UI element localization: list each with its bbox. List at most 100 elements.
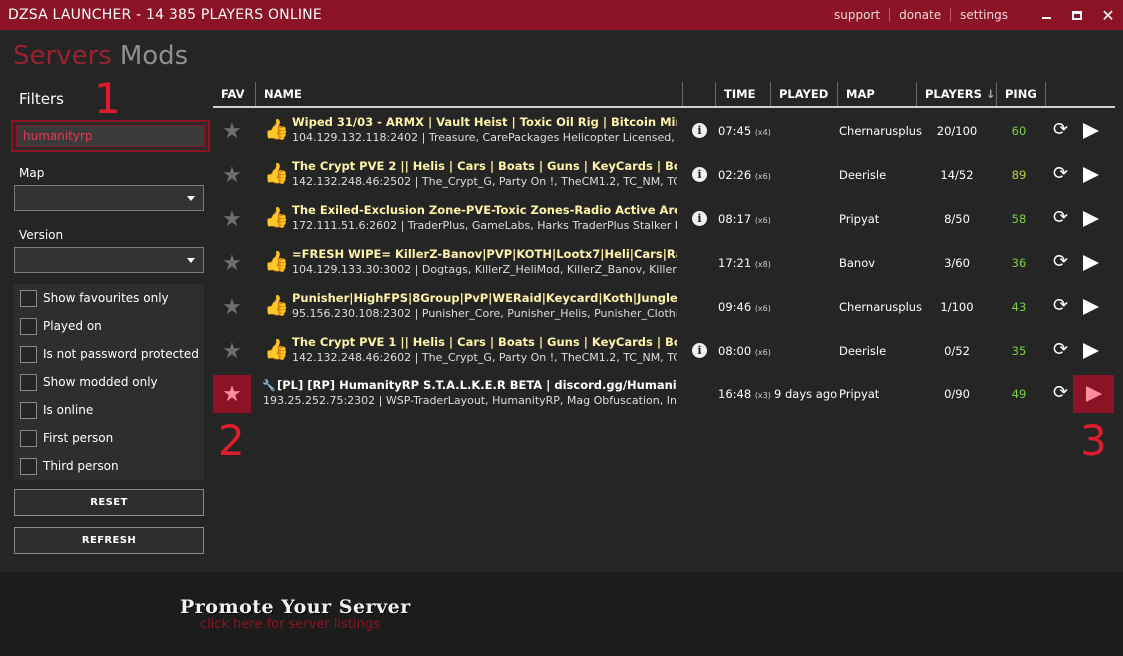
search-input[interactable] (16, 125, 205, 147)
play-icon[interactable] (1083, 299, 1099, 315)
server-time-value: 02:26 (718, 168, 752, 182)
close-button[interactable]: ✕ (1092, 0, 1123, 30)
tab-mods[interactable]: Mods (120, 41, 188, 71)
time-multiplier: (x3) (754, 391, 771, 400)
tab-servers[interactable]: Servers (13, 41, 112, 71)
play-icon[interactable] (1083, 167, 1099, 183)
filter-is-online[interactable]: Is online (20, 400, 93, 420)
checkbox[interactable] (20, 401, 37, 419)
server-ping: 35 (1011, 344, 1027, 358)
server-map: Pripyat (839, 387, 880, 401)
server-details: 104.129.132.118:2402 | Treasure, CarePac… (292, 131, 677, 144)
column-info (683, 82, 716, 106)
map-select[interactable] (14, 185, 204, 211)
server-map: Chernarusplus (839, 300, 923, 314)
checkbox[interactable] (20, 373, 37, 391)
star-icon: ★ (222, 338, 242, 364)
server-ping: 43 (1011, 300, 1027, 314)
reset-button[interactable]: RESET (14, 489, 204, 516)
server-ping: 89 (1011, 168, 1027, 182)
filter-played-on[interactable]: Played on (20, 316, 102, 336)
play-icon[interactable] (1083, 123, 1099, 139)
filter-first-person[interactable]: First person (20, 428, 113, 448)
checkbox[interactable] (20, 429, 37, 447)
main-tabs: Servers Mods (13, 41, 188, 71)
checkbox[interactable] (20, 457, 37, 475)
filter-modded-only[interactable]: Show modded only (20, 372, 158, 392)
column-fav[interactable]: FAV (213, 82, 256, 106)
maximize-button[interactable] (1061, 0, 1093, 30)
wrench-icon: 🔧 (262, 379, 276, 392)
version-select[interactable] (14, 247, 204, 273)
column-played[interactable]: PLAYED (771, 82, 838, 106)
server-time-value: 07:45 (718, 124, 752, 138)
thumbs-up-icon: 👍 (264, 161, 289, 185)
refresh-icon[interactable]: ⟳ (1053, 209, 1068, 227)
refresh-icon[interactable]: ⟳ (1053, 121, 1068, 139)
server-ping: 60 (1011, 124, 1027, 138)
server-row[interactable]: ★ 👍 =FRESH WIPE= KillerZ-Banov|PVP|KOTH|… (213, 243, 1115, 283)
checkbox-label: Show modded only (43, 375, 158, 389)
filter-show-favourites[interactable]: Show favourites only (20, 288, 169, 308)
checkbox[interactable] (20, 345, 37, 363)
filter-third-person[interactable]: Third person (20, 456, 119, 476)
refresh-icon[interactable]: ⟳ (1053, 384, 1068, 402)
title-links: support donate settings (825, 0, 1017, 30)
refresh-icon[interactable]: ⟳ (1053, 297, 1068, 315)
favourite-toggle[interactable]: ★ (213, 112, 251, 150)
server-players: 3/60 (944, 256, 970, 270)
star-icon: ★ (222, 250, 242, 276)
info-icon[interactable]: i (692, 211, 707, 226)
play-button[interactable] (1073, 375, 1114, 413)
refresh-icon[interactable]: ⟳ (1053, 165, 1068, 183)
maximize-icon (1072, 10, 1082, 20)
play-icon (1086, 386, 1102, 402)
server-players: 14/52 (940, 168, 974, 182)
play-icon[interactable] (1083, 211, 1099, 227)
info-icon[interactable]: i (692, 123, 707, 138)
checkbox[interactable] (20, 317, 37, 335)
column-name[interactable]: NAME (256, 82, 683, 106)
server-map: Pripyat (839, 212, 880, 226)
favourite-toggle[interactable]: ★ (213, 156, 251, 194)
favourite-toggle[interactable]: ★ (213, 375, 251, 413)
server-row[interactable]: ★ 🔧 [PL] [RP] HumanityRP S.T.A.L.K.E.R B… (213, 374, 1115, 414)
column-map[interactable]: MAP (838, 82, 917, 106)
server-row[interactable]: ★ 👍 The Exiled-Exclusion Zone-PVE-Toxic … (213, 199, 1115, 239)
server-ping: 36 (1011, 256, 1027, 270)
promo-link[interactable]: click here for server listings (200, 617, 380, 632)
refresh-icon[interactable]: ⟳ (1053, 341, 1068, 359)
column-time[interactable]: TIME (716, 82, 771, 106)
promo-banner[interactable]: Promote Your Server click here for serve… (0, 572, 1123, 656)
favourite-toggle[interactable]: ★ (213, 332, 251, 370)
minimize-button[interactable] (1030, 0, 1062, 30)
play-icon[interactable] (1083, 343, 1099, 359)
server-row[interactable]: ★ 👍 Punisher|HighFPS|8Group|PvP|WERaid|K… (213, 287, 1115, 327)
map-label: Map (19, 166, 45, 180)
version-label: Version (19, 228, 64, 242)
settings-link[interactable]: settings (951, 8, 1017, 22)
donate-link[interactable]: donate (890, 8, 950, 22)
info-icon[interactable]: i (692, 343, 707, 358)
checkbox[interactable] (20, 289, 37, 307)
favourite-toggle[interactable]: ★ (213, 244, 251, 282)
server-map: Banov (839, 256, 876, 270)
server-players: 20/100 (936, 124, 978, 138)
server-name: The Crypt PVE 1 || Helis | Cars | Boats … (292, 335, 677, 349)
column-players-label: PLAYERS (925, 87, 982, 101)
column-players[interactable]: PLAYERS ↓ (917, 82, 997, 106)
play-icon[interactable] (1083, 255, 1099, 271)
server-row[interactable]: ★ 👍 Wiped 31/03 - ARMX | Vault Heist | T… (213, 111, 1115, 151)
favourite-toggle[interactable]: ★ (213, 200, 251, 238)
server-row[interactable]: ★ 👍 The Crypt PVE 2 || Helis | Cars | Bo… (213, 155, 1115, 195)
server-row[interactable]: ★ 👍 The Crypt PVE 1 || Helis | Cars | Bo… (213, 331, 1115, 371)
star-icon: ★ (222, 381, 242, 407)
refresh-button[interactable]: REFRESH (14, 527, 204, 554)
filter-not-password-protected[interactable]: Is not password protected (20, 344, 199, 364)
favourite-toggle[interactable]: ★ (213, 288, 251, 326)
refresh-icon[interactable]: ⟳ (1053, 253, 1068, 271)
info-icon[interactable]: i (692, 167, 707, 182)
server-time: 02:26 (x6) (718, 168, 771, 182)
support-link[interactable]: support (825, 8, 889, 22)
column-ping[interactable]: PING (997, 82, 1046, 106)
